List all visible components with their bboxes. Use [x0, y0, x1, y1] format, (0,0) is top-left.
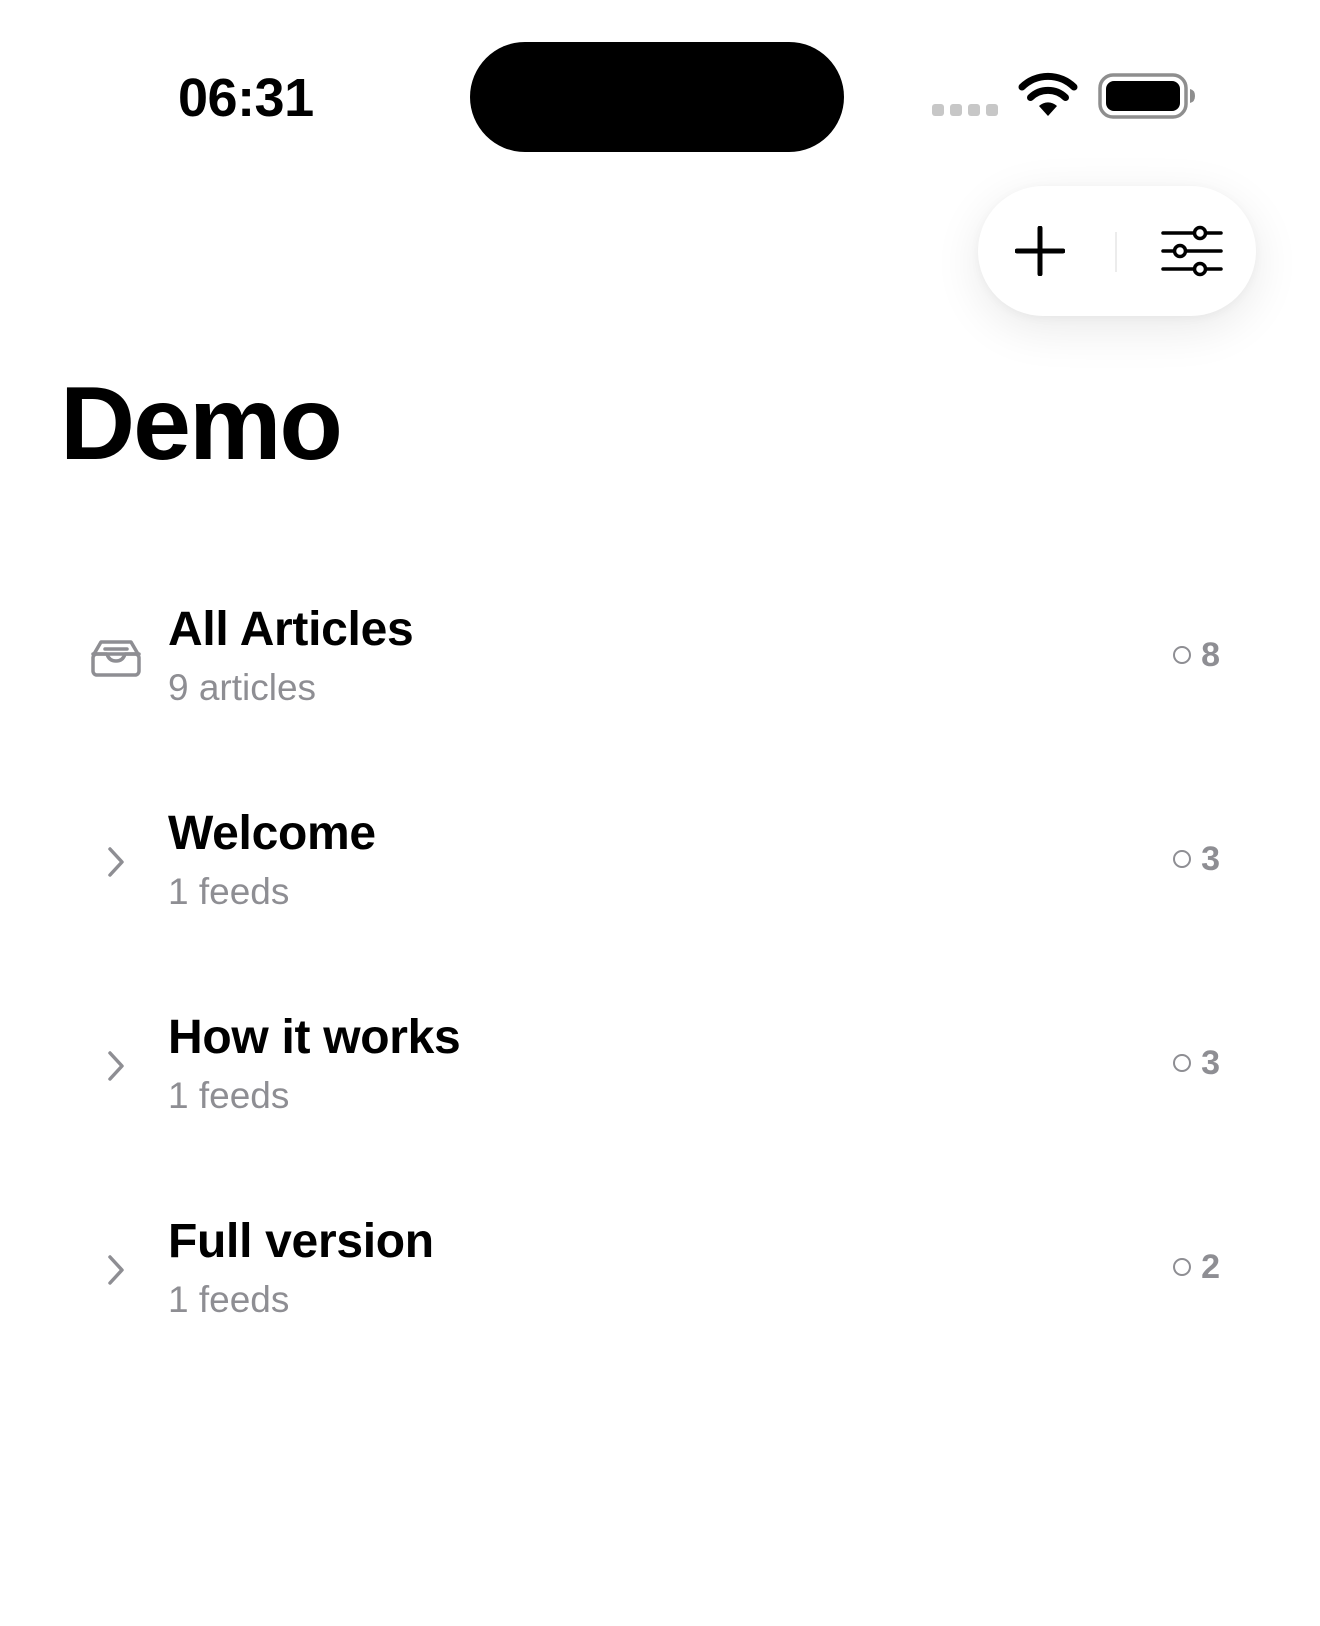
toolbar-divider: [1115, 232, 1117, 272]
unread-count-value: 3: [1201, 839, 1220, 878]
unread-circle-icon: [1173, 850, 1192, 868]
unread-circle-icon: [1173, 1054, 1192, 1072]
list-item-all-articles[interactable]: All Articles 9 articles 8: [0, 600, 1320, 804]
battery-icon: [1098, 73, 1195, 119]
unread-count-value: 8: [1201, 635, 1220, 674]
row-subtitle: 1 feeds: [168, 1075, 290, 1116]
list-item-how-it-works[interactable]: How it works 1 feeds 3: [0, 1008, 1320, 1212]
toolbar: [978, 186, 1256, 316]
dynamic-island: [470, 42, 844, 152]
cellular-signal-icon: [932, 104, 1000, 118]
row-title: All Articles: [168, 603, 414, 656]
sliders-icon: [1161, 225, 1223, 277]
inbox-tray-icon: [91, 640, 141, 677]
chevron-right-icon[interactable]: [105, 1253, 127, 1287]
row-subtitle: 1 feeds: [168, 1279, 290, 1320]
unread-count: 3: [1173, 1038, 1220, 1088]
row-title: How it works: [168, 1011, 461, 1064]
plus-icon: [1015, 226, 1065, 276]
unread-count: 8: [1173, 630, 1220, 680]
list-item-full-version[interactable]: Full version 1 feeds 2: [0, 1212, 1320, 1416]
chevron-right-icon[interactable]: [105, 845, 127, 879]
unread-count: 2: [1173, 1242, 1220, 1292]
unread-count: 3: [1173, 834, 1220, 884]
row-title: Full version: [168, 1215, 434, 1268]
status-time: 06:31: [178, 68, 314, 128]
row-title: Welcome: [168, 807, 376, 860]
unread-circle-icon: [1173, 646, 1192, 664]
status-bar: 06:31: [0, 0, 1320, 190]
filter-button[interactable]: [1132, 186, 1252, 316]
unread-count-value: 2: [1201, 1247, 1220, 1286]
list-item-welcome[interactable]: Welcome 1 feeds 3: [0, 804, 1320, 1008]
unread-count-value: 3: [1201, 1043, 1220, 1082]
page-title: Demo: [60, 366, 343, 482]
chevron-right-icon[interactable]: [105, 1049, 127, 1083]
row-subtitle: 9 articles: [168, 667, 317, 708]
add-button[interactable]: [980, 186, 1100, 316]
row-subtitle: 1 feeds: [168, 871, 290, 912]
unread-circle-icon: [1173, 1258, 1192, 1276]
feed-list: All Articles 9 articles 8 Welcome 1 feed…: [0, 600, 1320, 1416]
wifi-icon: [1018, 72, 1078, 116]
